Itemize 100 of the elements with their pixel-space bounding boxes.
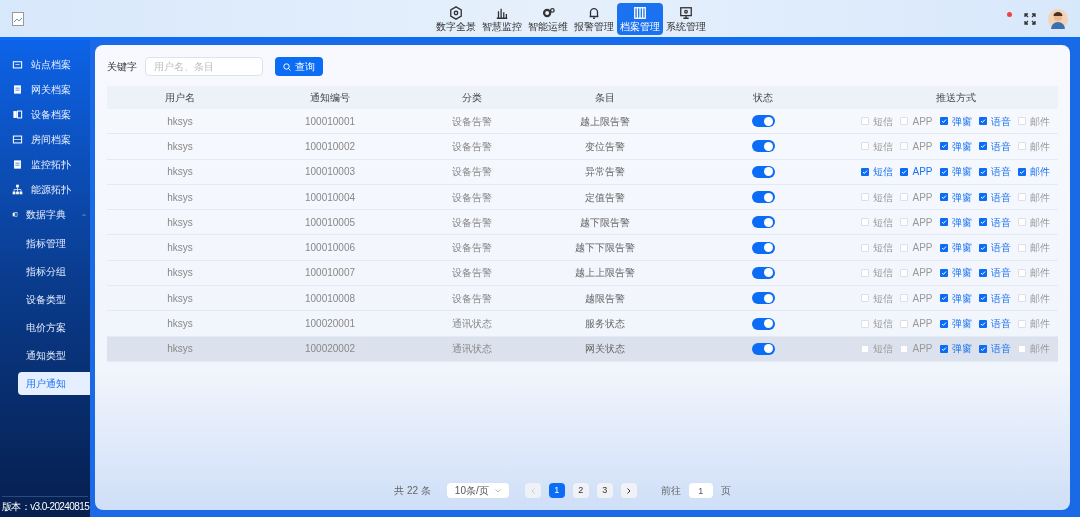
search-button[interactable]: 查询	[275, 57, 323, 76]
table-row[interactable]: hksys 100010008 设备告警 越限告警 短信 APP 弹窗 语音 邮件	[107, 286, 1058, 312]
sidebar-item[interactable]: 数据字典	[4, 202, 86, 227]
channel-checkbox[interactable]: 弹窗	[939, 164, 972, 180]
channel-checkbox[interactable]: 语音	[978, 164, 1011, 180]
table-row[interactable]: hksys 100010001 设备告警 越上限告警 短信 APP 弹窗 语音 邮件	[107, 109, 1058, 135]
channel-checkbox[interactable]: 语音	[978, 265, 1011, 281]
page-button[interactable]: 1	[548, 483, 565, 498]
sidebar-item[interactable]: 设备档案	[4, 102, 86, 127]
channel-checkbox[interactable]: 弹窗	[939, 290, 972, 306]
channel-checkbox[interactable]: 短信	[861, 189, 894, 205]
channel-checkbox[interactable]: 短信	[861, 164, 894, 180]
channel-checkbox[interactable]: APP	[900, 214, 933, 230]
channel-checkbox[interactable]: 弹窗	[939, 341, 972, 357]
channel-checkbox[interactable]: 邮件	[1017, 138, 1050, 154]
sidebar-subitem[interactable]: 用户通知	[18, 372, 90, 395]
table-row[interactable]: hksys 100010002 设备告警 变位告警 短信 APP 弹窗 语音 邮件	[107, 134, 1058, 160]
goto-page-field[interactable]: 1	[688, 483, 713, 498]
channel-checkbox[interactable]: 短信	[861, 214, 894, 230]
channel-checkbox[interactable]: APP	[900, 265, 933, 281]
channel-checkbox[interactable]: 弹窗	[939, 240, 972, 256]
sidebar-item[interactable]: 房间档案	[4, 127, 86, 152]
channel-checkbox[interactable]: APP	[900, 240, 933, 256]
channel-checkbox[interactable]: 弹窗	[939, 113, 972, 129]
table-row[interactable]: hksys 100020002 通讯状态 网关状态 短信 APP 弹窗 语音 邮件	[107, 336, 1058, 362]
channel-checkbox[interactable]: 短信	[861, 316, 894, 331]
channel-checkbox[interactable]: 邮件	[1017, 265, 1050, 281]
nav-tab[interactable]: 智能运维	[524, 2, 571, 35]
search-field[interactable]: 用户名、条目	[145, 57, 263, 76]
channel-checkbox[interactable]: APP	[900, 290, 933, 306]
channel-checkbox[interactable]: 邮件	[1017, 240, 1050, 256]
channel-checkbox[interactable]: 短信	[861, 138, 894, 154]
channel-checkbox[interactable]: 弹窗	[939, 316, 972, 331]
channel-checkbox[interactable]: APP	[900, 316, 933, 331]
channel-checkbox[interactable]: 语音	[978, 316, 1011, 331]
toggle-switch[interactable]	[751, 115, 775, 128]
table-row[interactable]: hksys 100010004 设备告警 定值告警 短信 APP 弹窗 语音 邮件	[107, 184, 1058, 211]
channel-checkbox[interactable]: APP	[900, 341, 933, 357]
sidebar-subitem[interactable]: 电价方案	[18, 316, 90, 339]
toggle-switch[interactable]	[751, 241, 775, 254]
nav-tab[interactable]: 智慧监控	[478, 2, 525, 35]
toggle-switch[interactable]	[751, 216, 775, 229]
sidebar-item[interactable]: 能源拓扑	[4, 177, 86, 202]
table-row[interactable]: hksys 100010005 设备告警 越下限告警 短信 APP 弹窗 语音 邮件	[107, 210, 1058, 236]
toggle-switch[interactable]	[751, 165, 775, 178]
channel-checkbox[interactable]: 短信	[861, 113, 894, 129]
sidebar-subitem[interactable]: 通知类型	[18, 344, 90, 367]
channel-checkbox[interactable]: 短信	[861, 341, 894, 357]
channel-checkbox[interactable]: 语音	[978, 240, 1011, 256]
table-row[interactable]: hksys 100010006 设备告警 越下下限告警 短信 APP 弹窗 语音 邮件	[107, 235, 1058, 261]
channel-checkbox[interactable]: 邮件	[1017, 189, 1050, 205]
avatar[interactable]	[1048, 8, 1068, 29]
channel-checkbox[interactable]: 语音	[978, 341, 1011, 357]
channel-checkbox[interactable]: 邮件	[1017, 341, 1050, 357]
table-row[interactable]: hksys 100010007 设备告警 越上上限告警 短信 APP 弹窗 语音 邮件	[107, 260, 1058, 287]
nav-tab[interactable]: 数字全景	[432, 2, 479, 35]
sidebar-item[interactable]: 站点档案	[4, 52, 86, 77]
sidebar-subitem[interactable]: 指标分组	[18, 260, 90, 283]
channel-checkbox[interactable]: APP	[900, 189, 933, 205]
fullscreen-icon[interactable]	[1024, 12, 1036, 25]
channel-checkbox[interactable]: 语音	[978, 214, 1011, 230]
channel-checkbox[interactable]: 语音	[978, 113, 1011, 129]
channel-checkbox[interactable]: 邮件	[1017, 316, 1050, 331]
sidebar-item[interactable]: 监控拓扑	[4, 152, 86, 177]
channel-checkbox[interactable]: 邮件	[1017, 290, 1050, 306]
page-button[interactable]: 2	[572, 483, 589, 498]
channel-checkbox[interactable]: 邮件	[1017, 113, 1050, 129]
channel-checkbox[interactable]: 语音	[978, 290, 1011, 306]
nav-tab[interactable]: 报警管理	[570, 2, 617, 35]
next-page-button[interactable]	[620, 483, 637, 498]
channel-checkbox[interactable]: 邮件	[1017, 164, 1050, 180]
checkmark-icon	[979, 194, 986, 201]
toggle-switch[interactable]	[751, 140, 775, 153]
channel-checkbox[interactable]: APP	[900, 138, 933, 154]
table-row[interactable]: hksys 100010003 设备告警 异常告警 短信 APP 弹窗 语音 邮件	[107, 159, 1058, 185]
channel-checkbox[interactable]: 弹窗	[939, 138, 972, 154]
channel-checkbox[interactable]: 邮件	[1017, 214, 1050, 230]
channel-checkbox[interactable]: 语音	[978, 138, 1011, 154]
channel-checkbox[interactable]: 短信	[861, 240, 894, 256]
channel-checkbox[interactable]: APP	[900, 113, 933, 129]
channel-checkbox[interactable]: 短信	[861, 265, 894, 281]
sidebar-subitem[interactable]: 设备类型	[18, 288, 90, 311]
toggle-switch[interactable]	[751, 292, 775, 305]
toggle-switch[interactable]	[751, 191, 775, 204]
page-size-select[interactable]: 10条/页	[446, 483, 509, 498]
toggle-switch[interactable]	[751, 342, 775, 355]
sidebar-item[interactable]: 网关档案	[4, 77, 86, 102]
channel-checkbox[interactable]: 弹窗	[939, 214, 972, 230]
channel-checkbox[interactable]: 语音	[978, 189, 1011, 205]
channel-checkbox[interactable]: 弹窗	[939, 265, 972, 281]
nav-tab[interactable]: 档案管理	[616, 2, 663, 35]
toggle-switch[interactable]	[751, 317, 775, 330]
sidebar-subitem[interactable]: 指标管理	[18, 232, 90, 255]
toggle-switch[interactable]	[751, 266, 775, 279]
table-row[interactable]: hksys 100020001 通讯状态 服务状态 短信 APP 弹窗 语音 邮件	[107, 311, 1058, 337]
nav-tab[interactable]: 系统管理	[662, 2, 709, 35]
channel-checkbox[interactable]: 弹窗	[939, 189, 972, 205]
page-button[interactable]: 3	[596, 483, 613, 498]
channel-checkbox[interactable]: APP	[900, 164, 933, 180]
channel-checkbox[interactable]: 短信	[861, 290, 894, 306]
